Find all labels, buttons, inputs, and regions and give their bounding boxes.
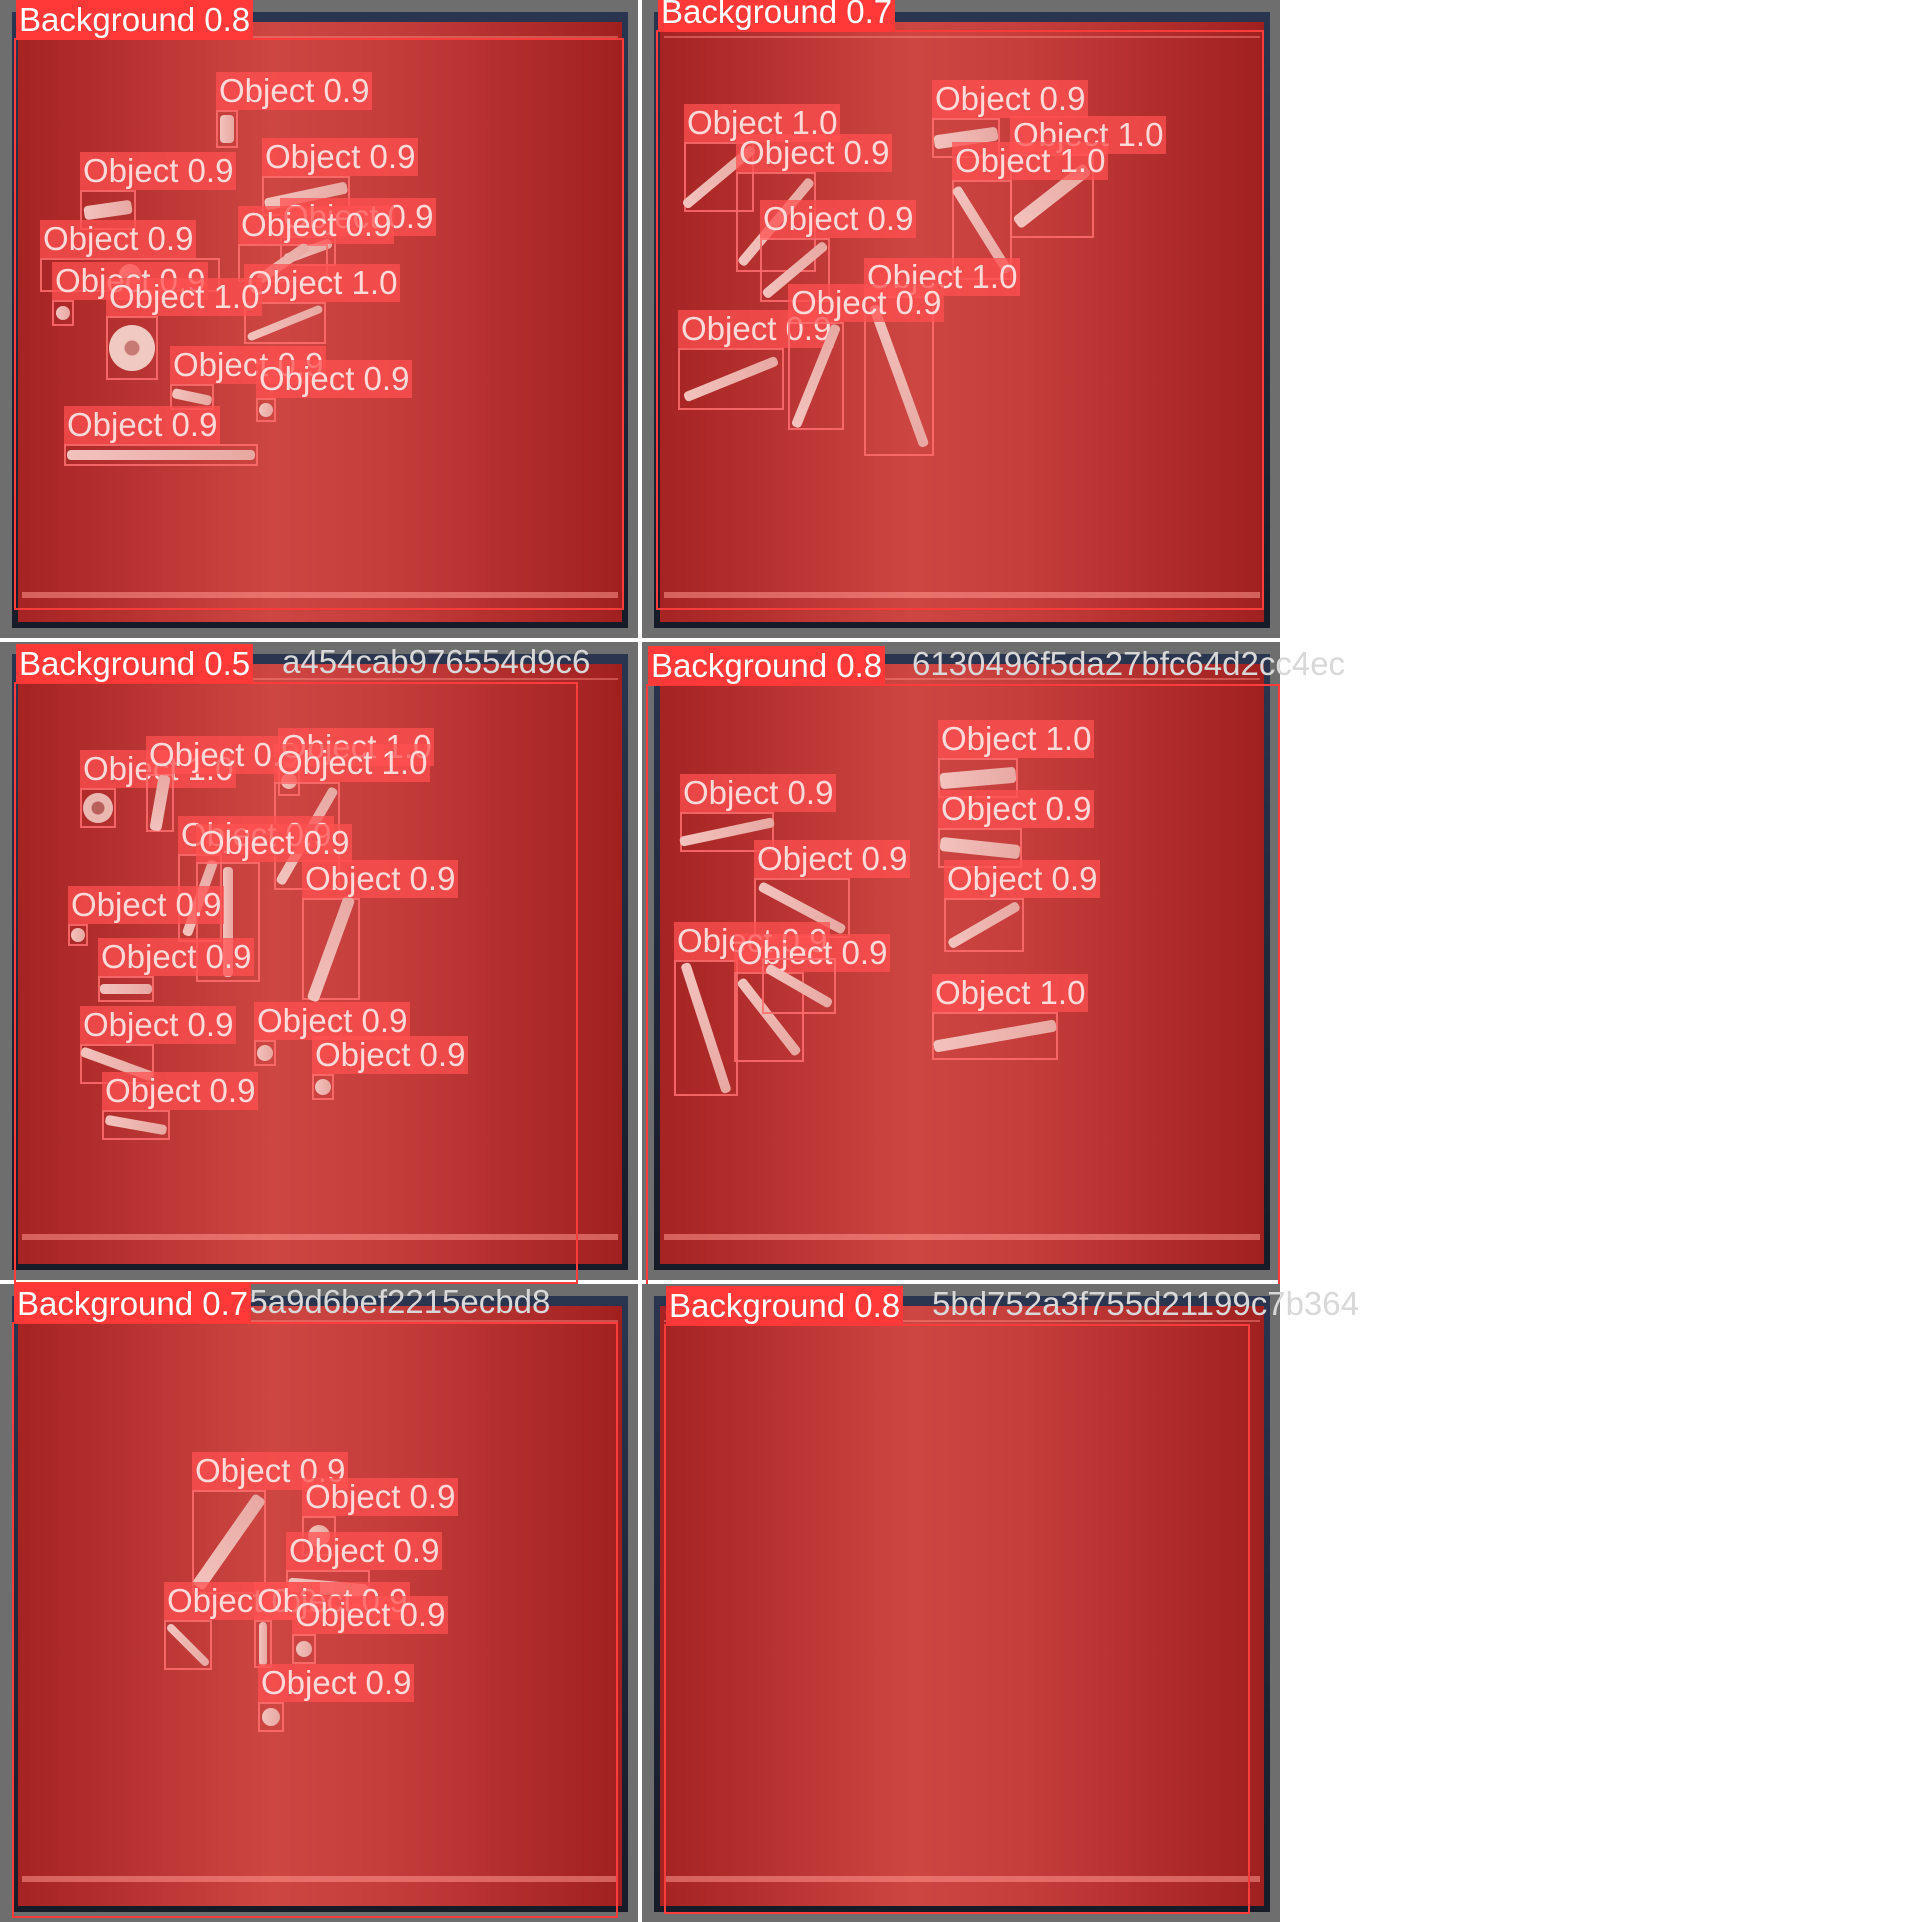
image-tile-4[interactable]: 6130496f5da27bfc64d2cc4ec Background 0.8… [642,642,1345,1290]
object-detection-box: Object 0.9 [191,1452,349,1594]
object-detection-label: Object 0.9 [944,860,1101,898]
object-detection-box: Object 0.9 [254,1002,411,1066]
image-tile-3[interactable]: a454cab976554d9c6 Background 0.5 Object … [0,642,638,1284]
object-detection-box: Object 1.0 [80,750,237,828]
object-detection-box: Object 0.9 [788,284,945,430]
background-detection-box: Background 0.8 [664,1286,1250,1914]
object-detection-label: Object 0.9 [754,840,911,878]
object-detection-label: Object 0.9 [256,360,413,398]
object-detection-label: Object 0.9 [254,1002,411,1040]
object-detection-label: Object 0.9 [216,72,373,110]
object-detection-label: Object 1.0 [106,278,263,316]
object-detection-box: Object 0.9 [164,1582,321,1670]
object-detection-label: Object 1.0 [938,720,1095,758]
object-detection-label: Object 0.9 [736,134,893,172]
object-detection-label: Object 0.9 [98,938,255,976]
background-detection-label: Background 0.5 [16,644,254,684]
object-detection-box: Object 0.9 [292,1596,449,1664]
object-detection-label: Object 0.9 [196,824,353,862]
object-detection-box: Object 0.9 [102,1072,259,1140]
image-tile-2[interactable]: Background 0.7 Object 0.9 Object 1.0 Obj… [642,0,1280,638]
object-detection-box: Object 0.9 [98,938,255,1002]
object-detection-label: Object 0.9 [40,220,197,258]
object-detection-label: Object 0.9 [312,1036,469,1074]
object-detection-label: Object 0.9 [238,206,395,244]
object-detection-label: Object 0.9 [760,200,917,238]
object-detection-label: Object 0.9 [302,860,459,898]
object-detection-label: Object 0.9 [938,790,1095,828]
object-detection-box: Object 0.9 [64,406,258,466]
object-detection-label: Object 0.9 [102,1072,259,1110]
image-tile-1[interactable]: Background 0.8 Object 0.9 Object 0.9 Obj… [0,0,638,638]
object-detection-label: Object 0.9 [258,1664,415,1702]
object-detection-label: Object 0.9 [680,774,837,812]
object-detection-box: Object 0.9 [256,360,413,422]
object-detection-label: Object 0.9 [292,1596,449,1634]
object-detection-label: Object 0.9 [80,1006,237,1044]
object-detection-label: Object 0.9 [788,284,945,322]
object-detection-box: Object 0.9 [944,860,1101,952]
object-detection-box: Object 1.0 [106,278,263,380]
object-detection-label: Object 1.0 [952,142,1109,180]
background-detection-label: Background 0.8 [666,1286,904,1326]
object-detection-box: Object 0.9 [52,262,209,326]
background-detection-label: Background 0.8 [648,646,886,686]
object-detection-box: Object 0.9 [312,1036,469,1100]
object-detection-label: Object 0.9 [64,406,221,444]
background-detection-label: Background 0.7 [658,0,896,32]
image-filename: a454cab976554d9c6 [282,643,591,680]
object-detection-label: Object 0.9 [262,138,419,176]
object-detection-box: Object 0.9 [674,922,831,1096]
image-tile-5[interactable]: _jpg.rf.090db945a9d6bef2215ecbd8 Backgro… [0,1283,638,1922]
object-detection-box: Object 0.9 [146,736,303,832]
mosaic-grid: Background 0.8 Object 0.9 Object 0.9 Obj… [0,0,1359,1922]
object-detection-label: Object 0.9 [80,152,237,190]
object-detection-label: Object 0.9 [286,1532,443,1570]
object-detection-label: Object 0.9 [68,886,225,924]
image-filename: 6130496f5da27bfc64d2cc4ec [912,645,1346,682]
object-detection-box: Object 1.0 [932,974,1089,1060]
object-detection-box: Object 0.9 [302,860,459,1003]
object-detection-label: Object 1.0 [244,264,401,302]
background-detection-label: Background 0.7 [14,1284,252,1324]
object-detection-box [762,958,836,1014]
object-detection-box: Object 0.9 [216,72,373,148]
background-detection-label: Background 0.8 [16,0,254,40]
object-detection-label: Object 1.0 [274,744,431,782]
object-detection-box: Object 0.9 [258,1664,415,1732]
object-detection-box: Object 0.9 [68,886,225,946]
object-detection-box: Object 0.9 [254,1582,411,1668]
object-detection-box: Object 0.9 [678,310,835,410]
image-tile-6[interactable]: 5bd752a3f755d21199c7b364 Background 0.8 [642,1284,1359,1922]
image-filename: 5bd752a3f755d21199c7b364 [932,1285,1359,1322]
object-detection-label: Object 0.9 [932,80,1089,118]
object-detection-label: Object 0.9 [302,1478,459,1516]
object-detection-label: Object 1.0 [932,974,1089,1012]
